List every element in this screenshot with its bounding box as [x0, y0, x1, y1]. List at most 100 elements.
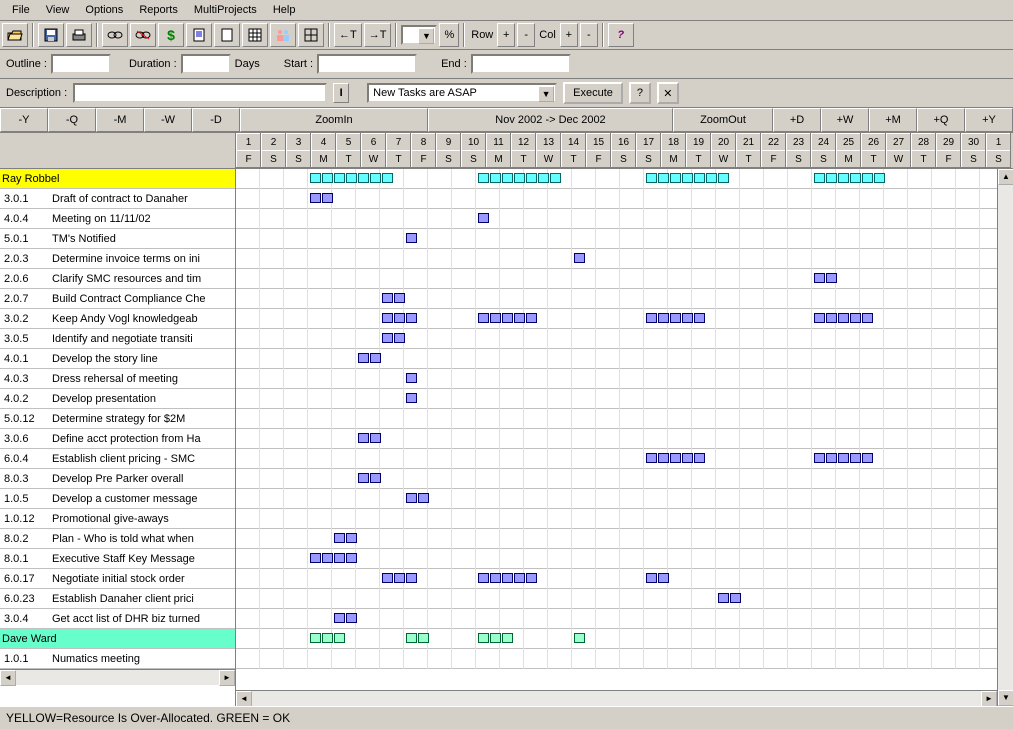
- day-dow[interactable]: T: [861, 150, 885, 167]
- gantt-bar[interactable]: [310, 553, 358, 563]
- gantt-row[interactable]: [236, 429, 1013, 449]
- task-row[interactable]: 3.0.4Get acct list of DHR biz turned: [0, 609, 235, 629]
- doc-icon[interactable]: [214, 23, 240, 47]
- day-dow[interactable]: S: [786, 150, 810, 167]
- gantt-row[interactable]: [236, 549, 1013, 569]
- gantt-bar[interactable]: [406, 233, 418, 243]
- left-hscroll[interactable]: ◄►: [0, 669, 235, 685]
- gantt-row[interactable]: [236, 309, 1013, 329]
- gantt-bar[interactable]: [334, 533, 358, 543]
- save-icon[interactable]: [38, 23, 64, 47]
- outline-input[interactable]: [51, 54, 111, 74]
- gantt-bar[interactable]: [718, 593, 742, 603]
- day-dow[interactable]: F: [761, 150, 785, 167]
- day-num[interactable]: 20: [711, 133, 735, 150]
- day-num[interactable]: 18: [661, 133, 685, 150]
- gantt-row[interactable]: [236, 269, 1013, 289]
- row-plus[interactable]: +: [497, 23, 515, 47]
- indent-button[interactable]: →T: [364, 23, 392, 47]
- gantt-bar[interactable]: [358, 353, 382, 363]
- gantt-row[interactable]: [236, 609, 1013, 629]
- gantt-bar[interactable]: [406, 493, 430, 503]
- day-num[interactable]: 26: [861, 133, 885, 150]
- day-dow[interactable]: F: [411, 150, 435, 167]
- day-dow[interactable]: S: [611, 150, 635, 167]
- day-dow[interactable]: W: [711, 150, 735, 167]
- task-row[interactable]: 2.0.7Build Contract Compliance Che: [0, 289, 235, 309]
- gantt-bar[interactable]: [646, 313, 706, 323]
- nav-plus-quarter[interactable]: +Q: [917, 108, 965, 132]
- gantt-row[interactable]: [236, 229, 1013, 249]
- task-row[interactable]: 1.0.1Numatics meeting: [0, 649, 235, 669]
- zoom-in-button[interactable]: ZoomIn: [240, 108, 428, 132]
- day-num[interactable]: 23: [786, 133, 810, 150]
- day-dow[interactable]: S: [961, 150, 985, 167]
- task-row[interactable]: 4.0.2Develop presentation: [0, 389, 235, 409]
- gantt-bar[interactable]: [406, 633, 430, 643]
- day-dow[interactable]: S: [261, 150, 285, 167]
- gantt-bar[interactable]: [814, 173, 886, 183]
- note-icon[interactable]: [186, 23, 212, 47]
- gantt-bar[interactable]: [574, 253, 586, 263]
- day-dow[interactable]: S: [811, 150, 835, 167]
- gantt-bar[interactable]: [382, 573, 418, 583]
- task-row[interactable]: 6.0.4Establish client pricing - SMC: [0, 449, 235, 469]
- nav-plus-week[interactable]: +W: [821, 108, 869, 132]
- cost-icon[interactable]: $: [158, 23, 184, 47]
- day-num[interactable]: 10: [461, 133, 485, 150]
- day-num[interactable]: 24: [811, 133, 835, 150]
- gantt-bar[interactable]: [358, 473, 382, 483]
- day-num[interactable]: 17: [636, 133, 660, 150]
- gantt-row[interactable]: [236, 589, 1013, 609]
- day-dow[interactable]: T: [911, 150, 935, 167]
- day-num[interactable]: 12: [511, 133, 535, 150]
- resource-row[interactable]: Dave Ward: [0, 629, 235, 649]
- menu-file[interactable]: File: [4, 2, 38, 18]
- gantt-bar[interactable]: [814, 453, 874, 463]
- day-num[interactable]: 19: [686, 133, 710, 150]
- nav-minus-year[interactable]: -Y: [0, 108, 48, 132]
- day-dow[interactable]: T: [686, 150, 710, 167]
- task-row[interactable]: 2.0.6Clarify SMC resources and tim: [0, 269, 235, 289]
- day-num[interactable]: 30: [961, 133, 985, 150]
- gantt-bar[interactable]: [814, 313, 874, 323]
- day-num[interactable]: 4: [311, 133, 335, 150]
- gantt-row[interactable]: [236, 249, 1013, 269]
- col-plus[interactable]: +: [560, 23, 578, 47]
- link-icon[interactable]: [102, 23, 128, 47]
- day-num[interactable]: 1: [236, 133, 260, 150]
- gantt-bar[interactable]: [310, 633, 346, 643]
- gantt-row[interactable]: [236, 529, 1013, 549]
- desc-expand-button[interactable]: I: [333, 83, 349, 103]
- gantt-bar[interactable]: [382, 333, 406, 343]
- gantt-bar[interactable]: [310, 173, 394, 183]
- day-num[interactable]: 29: [936, 133, 960, 150]
- day-dow[interactable]: M: [311, 150, 335, 167]
- menu-multiprojects[interactable]: MultiProjects: [186, 2, 265, 18]
- day-num[interactable]: 7: [386, 133, 410, 150]
- gantt-bar[interactable]: [478, 213, 490, 223]
- task-row[interactable]: 5.0.12Determine strategy for $2M: [0, 409, 235, 429]
- menu-options[interactable]: Options: [77, 2, 131, 18]
- col-minus[interactable]: -: [580, 23, 598, 47]
- day-num[interactable]: 25: [836, 133, 860, 150]
- gantt-bar[interactable]: [334, 613, 358, 623]
- description-input[interactable]: [73, 83, 327, 103]
- task-row[interactable]: 3.0.6Define acct protection from Ha: [0, 429, 235, 449]
- menu-help[interactable]: Help: [265, 2, 304, 18]
- resource-icon[interactable]: [270, 23, 296, 47]
- day-dow[interactable]: F: [586, 150, 610, 167]
- day-dow[interactable]: F: [936, 150, 960, 167]
- nav-plus-year[interactable]: +Y: [965, 108, 1013, 132]
- gantt-bar[interactable]: [478, 313, 538, 323]
- gantt-row[interactable]: [236, 449, 1013, 469]
- gantt-row[interactable]: [236, 649, 1013, 669]
- help-icon[interactable]: ?: [608, 23, 634, 47]
- nav-minus-day[interactable]: -D: [192, 108, 240, 132]
- day-dow[interactable]: W: [361, 150, 385, 167]
- gantt-bar[interactable]: [646, 573, 670, 583]
- gantt-bar[interactable]: [310, 193, 334, 203]
- end-input[interactable]: [471, 54, 571, 74]
- task-mode-select[interactable]: New Tasks are ASAP▼: [367, 83, 557, 103]
- unlink-icon[interactable]: [130, 23, 156, 47]
